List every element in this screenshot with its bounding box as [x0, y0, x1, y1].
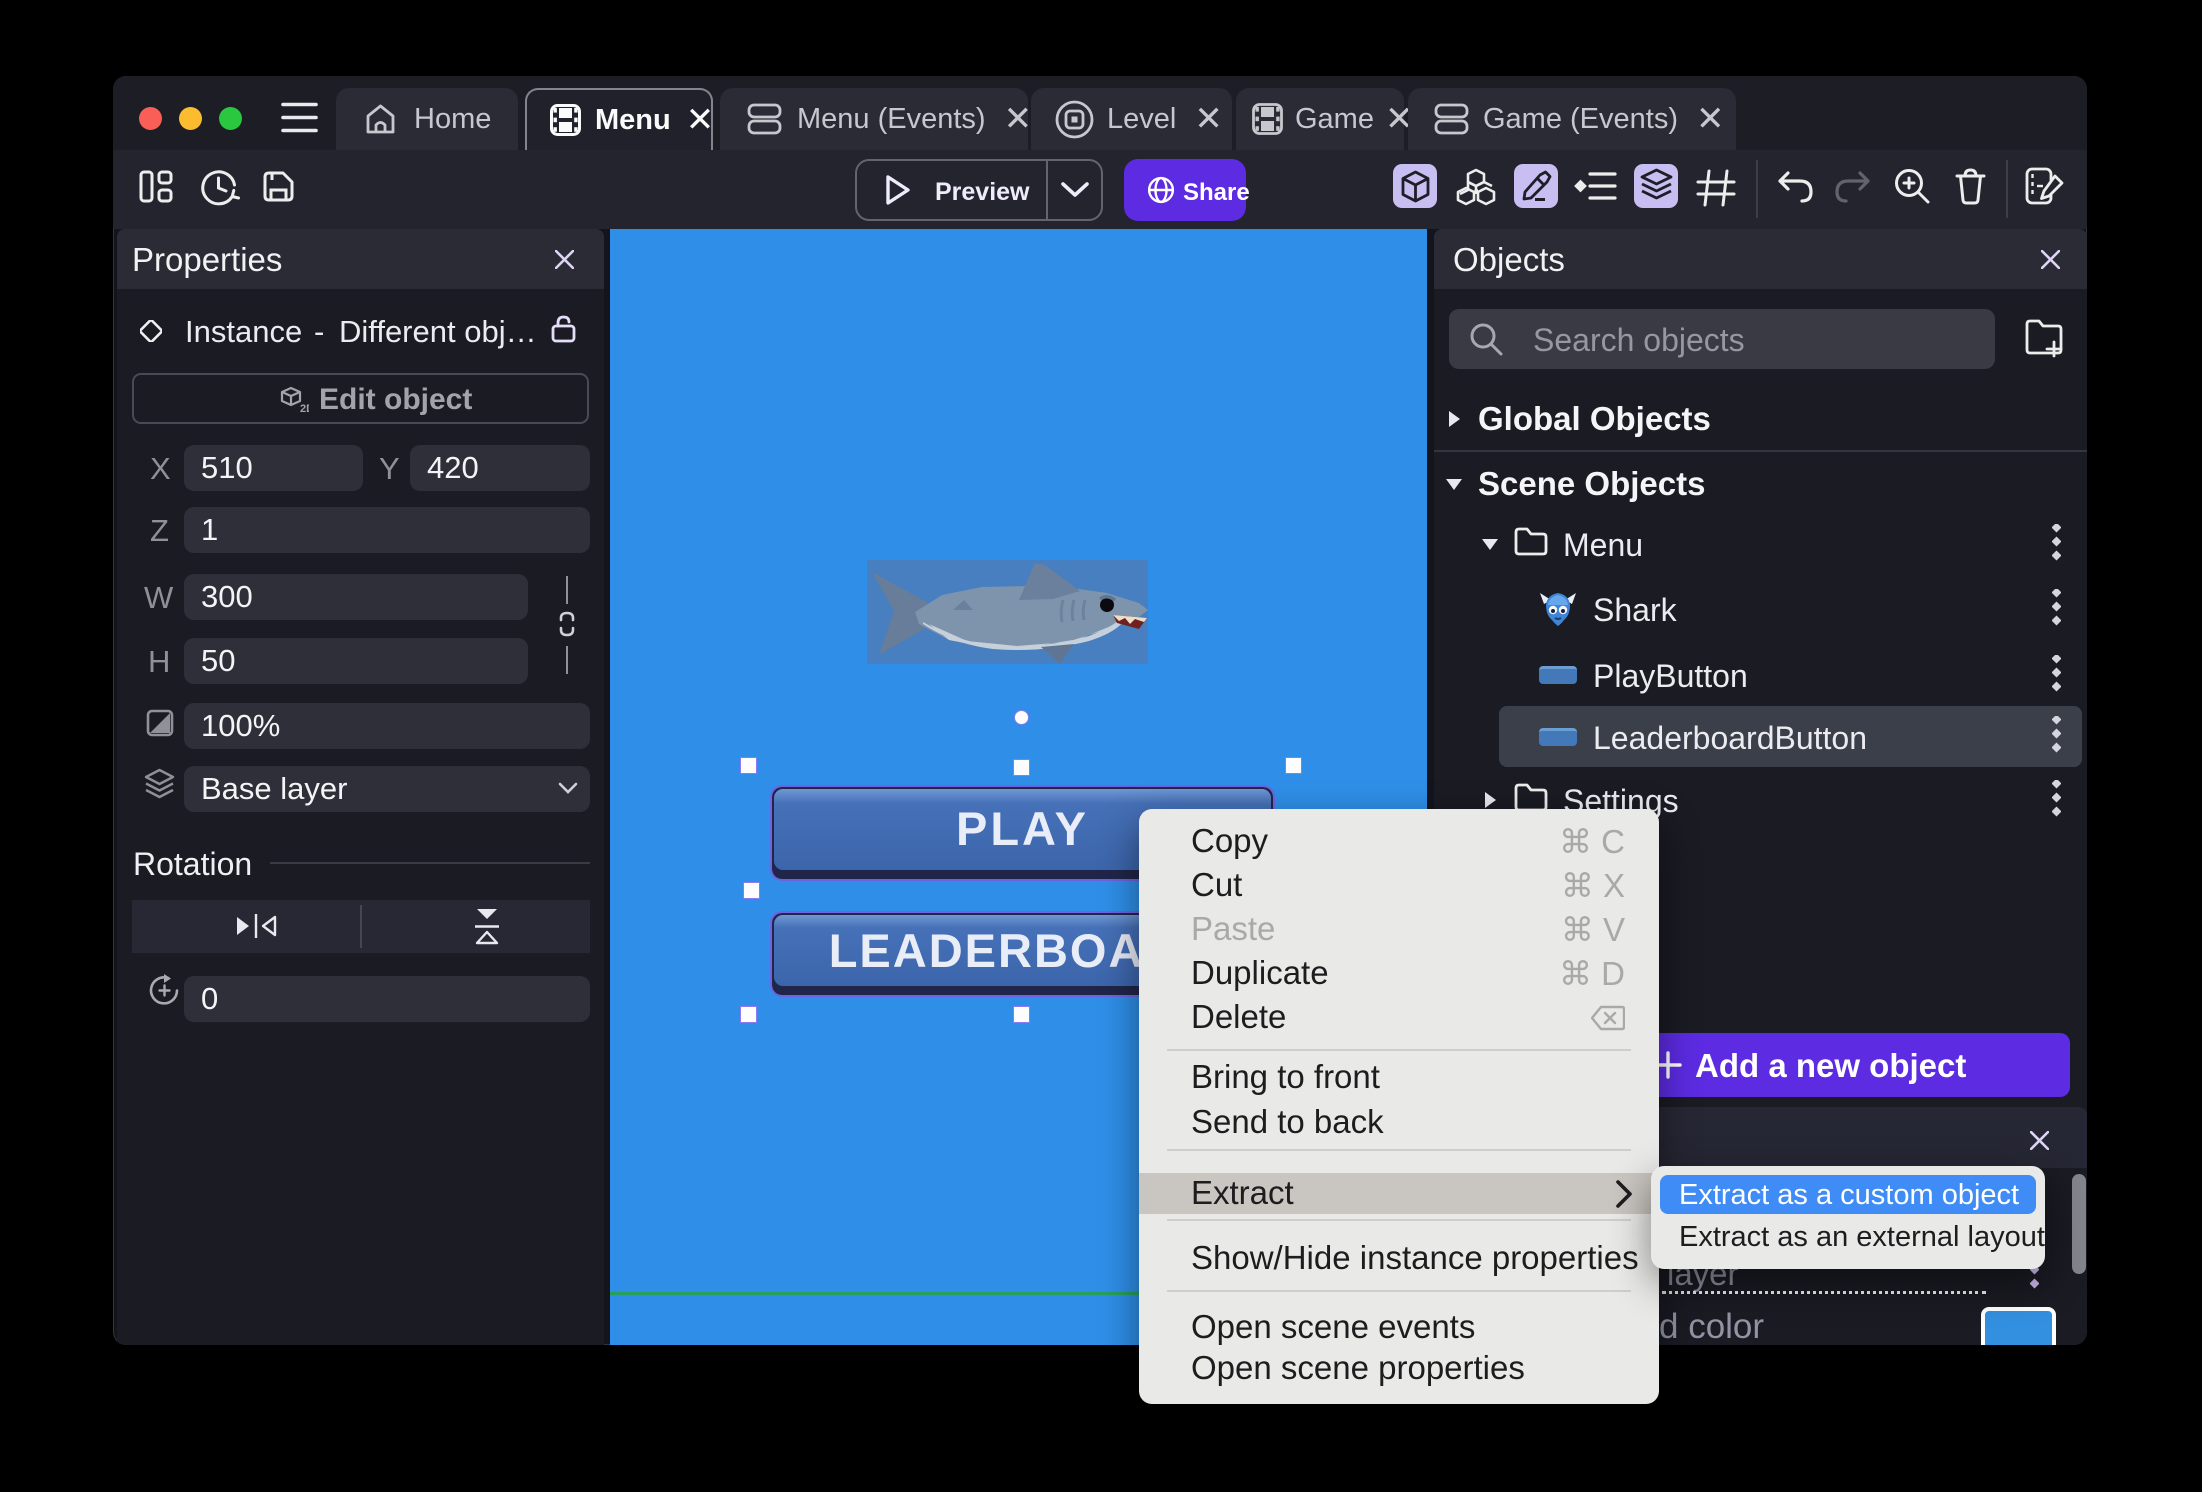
svg-text:2D: 2D	[300, 403, 309, 413]
